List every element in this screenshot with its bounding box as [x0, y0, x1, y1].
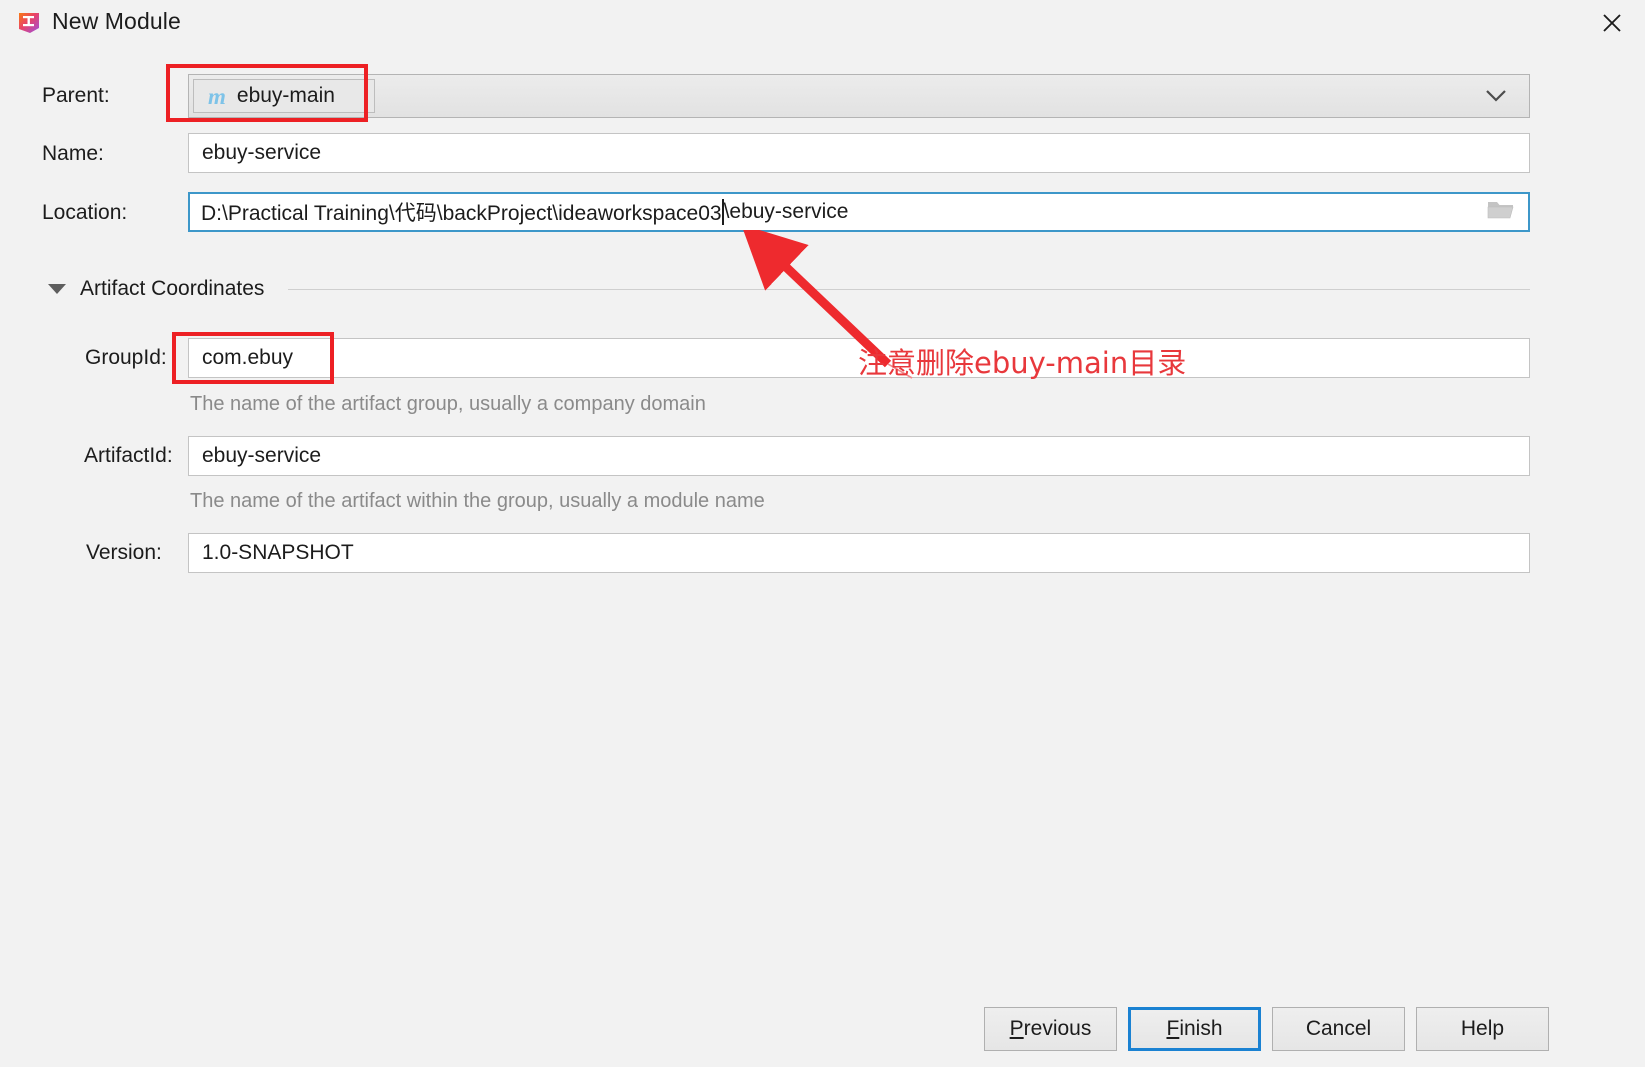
location-value-after-caret: \ebuy-service — [723, 200, 849, 223]
artifact-coordinates-title: Artifact Coordinates — [80, 277, 265, 300]
parent-dropdown[interactable]: m ebuy-main — [188, 74, 1530, 118]
previous-mnemonic: P — [1009, 1017, 1024, 1040]
parent-value: ebuy-main — [236, 84, 335, 107]
name-value: ebuy-service — [202, 141, 322, 164]
location-input[interactable]: D:\Practical Training\代码\backProject\ide… — [188, 192, 1530, 232]
artifact-id-label: ArtifactId: — [84, 444, 173, 467]
new-module-dialog: New Module Parent: m ebuy-main Name: ebu… — [0, 0, 1645, 1067]
previous-button[interactable]: Previous — [984, 1007, 1117, 1051]
dialog-title-bar: New Module — [0, 0, 1645, 47]
artifact-id-hint: The name of the artifact within the grou… — [190, 490, 765, 512]
triangle-down-icon — [48, 284, 66, 294]
name-input[interactable]: ebuy-service — [188, 133, 1530, 173]
close-icon[interactable] — [1595, 6, 1629, 40]
intellij-idea-icon — [16, 10, 42, 36]
group-id-value: com.ebuy — [202, 346, 294, 369]
group-id-hint: The name of the artifact group, usually … — [190, 393, 706, 415]
help-label: Help — [1460, 1017, 1505, 1040]
version-label: Version: — [86, 541, 162, 564]
cancel-label: Cancel — [1305, 1017, 1372, 1040]
artifact-id-value: ebuy-service — [202, 444, 322, 467]
location-value-before-caret: D:\Practical Training\代码\backProject\ide… — [201, 202, 722, 225]
parent-label: Parent: — [42, 84, 110, 107]
version-input[interactable]: 1.0-SNAPSHOT — [188, 533, 1530, 573]
chevron-down-icon[interactable] — [1485, 84, 1507, 108]
maven-module-icon: m — [208, 83, 226, 109]
section-separator — [288, 289, 1530, 290]
folder-icon[interactable] — [1487, 198, 1514, 226]
finish-button[interactable]: Finish — [1128, 1007, 1261, 1051]
previous-label-rest: revious — [1023, 1017, 1092, 1040]
finish-label-rest: inish — [1179, 1017, 1223, 1040]
cancel-button[interactable]: Cancel — [1272, 1007, 1405, 1051]
annotation-text: 注意删除ebuy-main目录 — [858, 346, 1187, 380]
dialog-title: New Module — [52, 8, 181, 34]
finish-mnemonic: F — [1166, 1017, 1180, 1040]
artifact-id-input[interactable]: ebuy-service — [188, 436, 1530, 476]
parent-selected-item: m ebuy-main — [193, 79, 375, 113]
location-label: Location: — [42, 201, 128, 224]
version-value: 1.0-SNAPSHOT — [202, 541, 354, 564]
name-label: Name: — [42, 142, 104, 165]
help-button[interactable]: Help — [1416, 1007, 1549, 1051]
group-id-label: GroupId: — [85, 346, 167, 369]
artifact-coordinates-toggle[interactable]: Artifact Coordinates — [48, 277, 264, 301]
